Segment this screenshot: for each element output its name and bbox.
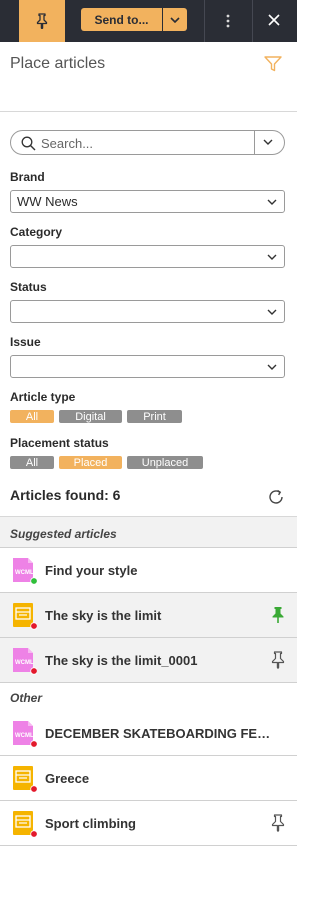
svg-text:WCML: WCML: [15, 733, 34, 739]
article-name: DECEMBER SKATEBOARDING FEATURE: [45, 726, 273, 741]
caret-down-icon: [170, 16, 180, 23]
placement-unplaced-pill[interactable]: Unplaced: [127, 456, 203, 469]
article-row[interactable]: WCML The sky is the limit_0001: [0, 638, 297, 683]
filter-icon: [264, 56, 282, 72]
toolbar-divider: [204, 0, 205, 42]
article-row[interactable]: The sky is the limit: [0, 593, 297, 638]
article-name: Find your style: [45, 563, 138, 578]
section-heading-suggested: Suggested articles: [0, 517, 297, 548]
svg-text:WCML: WCML: [15, 660, 34, 666]
search-box: [10, 130, 285, 155]
layout-file-icon: [13, 603, 37, 630]
placement-placed-pill[interactable]: Placed: [59, 456, 122, 469]
article-row[interactable]: WCML Find your style: [0, 548, 297, 593]
category-label: Category: [10, 225, 63, 239]
toolbar-divider: [252, 0, 253, 42]
article-row[interactable]: WCML DECEMBER SKATEBOARDING FEATURE: [0, 711, 297, 756]
category-select[interactable]: [10, 245, 285, 268]
pin-icon: [36, 13, 48, 29]
pin-panel-button[interactable]: [19, 0, 65, 42]
brand-select[interactable]: WW News: [10, 190, 285, 213]
wcml-file-icon: WCML: [13, 558, 37, 585]
layout-file-icon: [13, 766, 37, 793]
kebab-icon: [226, 14, 230, 28]
top-toolbar: Send to...: [0, 0, 297, 42]
article-type-print-pill[interactable]: Print: [127, 410, 182, 423]
refresh-icon: [269, 489, 283, 504]
close-button[interactable]: [263, 9, 285, 31]
layout-file-icon: [13, 811, 37, 838]
pin-icon[interactable]: [270, 651, 286, 669]
article-type-all-pill[interactable]: All: [10, 410, 54, 423]
article-type-digital-pill[interactable]: Digital: [59, 410, 122, 423]
wcml-file-icon: WCML: [13, 648, 37, 675]
close-icon: [268, 14, 280, 26]
send-to-dropdown-button[interactable]: [163, 8, 187, 31]
search-divider: [254, 131, 255, 154]
article-row[interactable]: Greece: [0, 756, 297, 801]
issue-label: Issue: [10, 335, 41, 349]
section-heading-other: Other: [10, 691, 43, 705]
pin-icon[interactable]: [270, 606, 286, 624]
article-name: The sky is the limit_0001: [45, 653, 198, 668]
refresh-button[interactable]: [267, 488, 285, 511]
issue-select[interactable]: [10, 355, 285, 378]
chevron-down-icon: [267, 254, 277, 260]
svg-text:WCML: WCML: [15, 570, 34, 576]
chevron-down-icon: [267, 309, 277, 315]
article-name: Sport climbing: [45, 816, 136, 831]
chevron-down-icon: [267, 199, 277, 205]
wcml-file-icon: WCML: [13, 721, 37, 748]
brand-select-value: WW News: [17, 194, 78, 209]
pin-icon[interactable]: [270, 814, 286, 832]
placement-all-pill[interactable]: All: [10, 456, 54, 469]
more-options-button[interactable]: [218, 10, 238, 32]
article-name: The sky is the limit: [45, 608, 162, 623]
send-to-button[interactable]: Send to...: [81, 8, 162, 31]
article-name: Greece: [45, 771, 90, 786]
page-title: Place articles: [10, 55, 106, 72]
filter-toggle-button[interactable]: [264, 56, 282, 77]
article-row[interactable]: Sport climbing: [0, 801, 297, 846]
brand-label: Brand: [10, 170, 45, 184]
search-icon: [21, 136, 36, 151]
status-label: Status: [10, 280, 47, 294]
placement-status-label: Placement status: [10, 436, 109, 450]
divider: [0, 111, 297, 112]
article-type-label: Article type: [10, 390, 76, 404]
search-options-button[interactable]: [261, 135, 275, 154]
articles-found-count: Articles found: 6: [10, 487, 121, 503]
status-select[interactable]: [10, 300, 285, 323]
chevron-down-icon: [263, 139, 273, 145]
search-input[interactable]: [41, 134, 251, 152]
chevron-down-icon: [267, 364, 277, 370]
